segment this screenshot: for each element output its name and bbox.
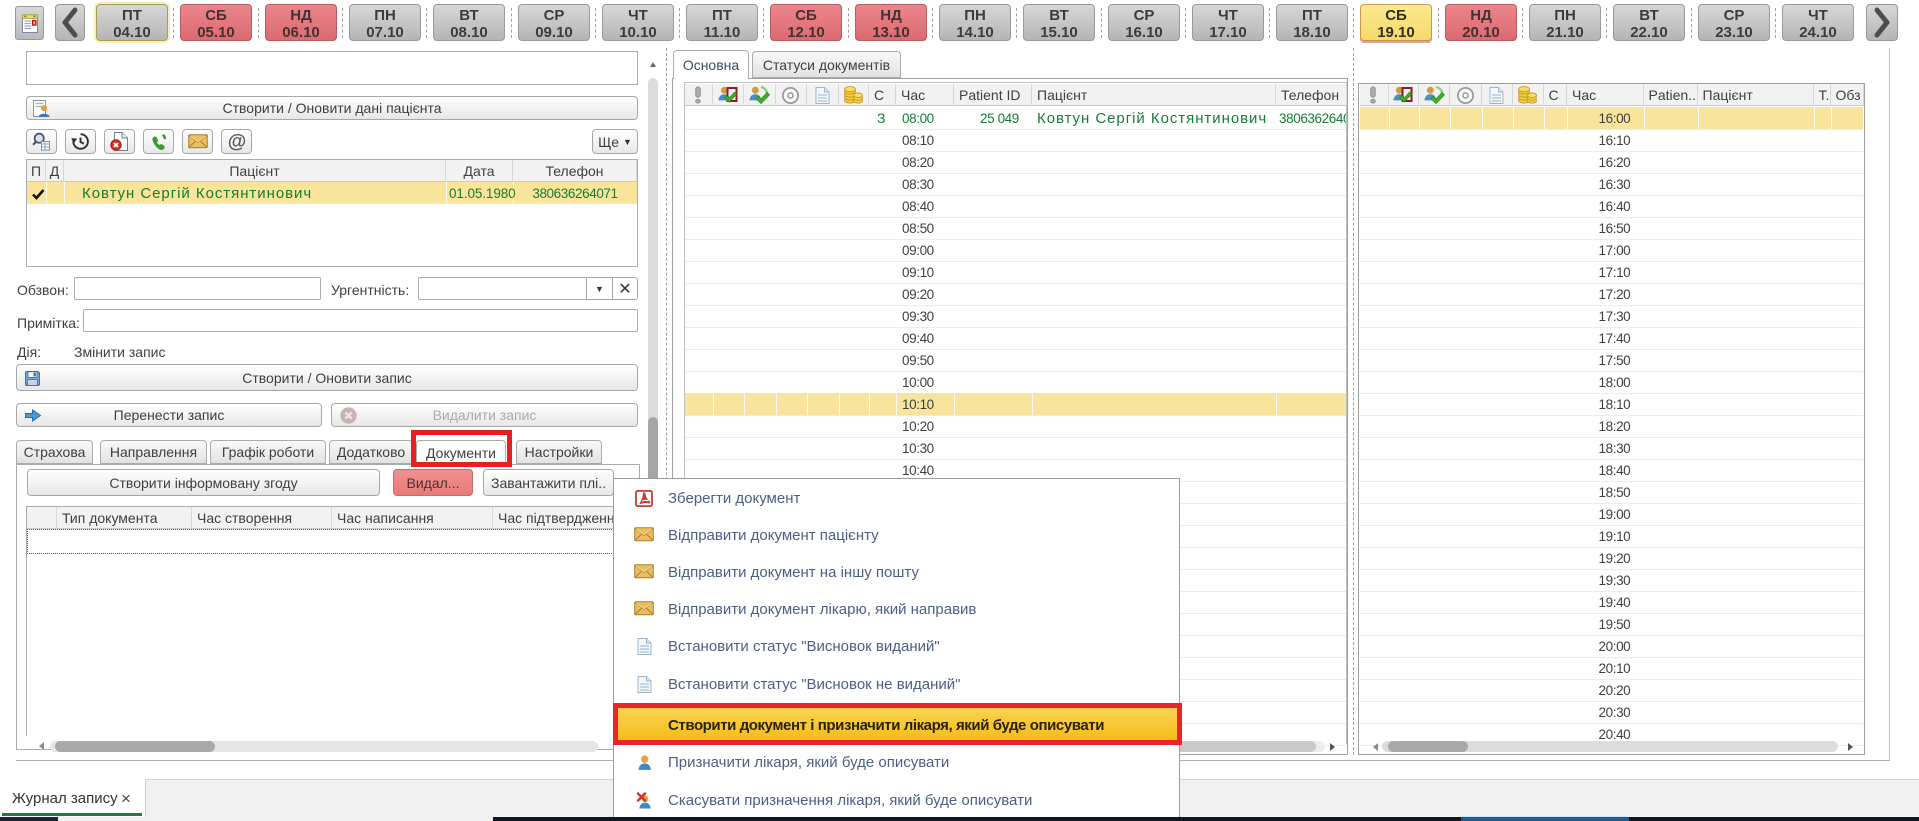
svg-text:@: @ [227,132,246,152]
